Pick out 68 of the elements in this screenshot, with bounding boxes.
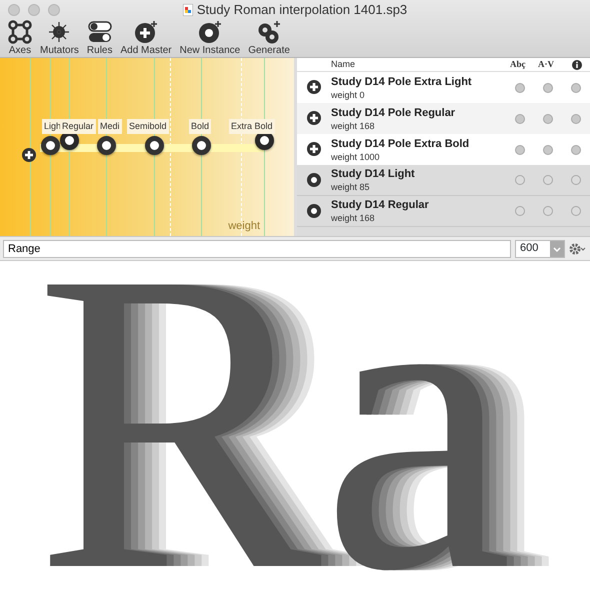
status-dot bbox=[571, 82, 581, 92]
toolbar-button[interactable]: Generate bbox=[244, 20, 294, 57]
add-icon bbox=[307, 111, 321, 126]
column-header[interactable]: A·V bbox=[538, 58, 566, 72]
toolbar-button[interactable]: Add Master bbox=[116, 20, 176, 57]
add-icon bbox=[307, 80, 321, 94]
add-icon[interactable] bbox=[22, 148, 36, 162]
table-row[interactable]: Study D14 Pole Regular weight 168 bbox=[297, 103, 590, 134]
status-dot bbox=[515, 144, 525, 154]
status-dot bbox=[571, 144, 581, 154]
axis-handle[interactable] bbox=[96, 136, 116, 155]
status-dot bbox=[543, 175, 553, 185]
dropdown-icon bbox=[550, 240, 564, 256]
toolbar-button[interactable]: Mutators bbox=[36, 20, 83, 57]
status-dot bbox=[515, 206, 525, 216]
ring-icon bbox=[307, 172, 321, 187]
column-header[interactable]: Abç bbox=[510, 58, 538, 72]
mutators-icon bbox=[47, 20, 72, 44]
table-row[interactable]: Study D14 Pole Extra Light weight 0 bbox=[297, 72, 590, 103]
toolbar-button[interactable]: Rules bbox=[82, 20, 116, 57]
status-dot bbox=[543, 114, 553, 124]
instance-name: Study D14 Regular bbox=[331, 198, 430, 212]
toolbar-button[interactable]: New Instance bbox=[176, 20, 244, 57]
status-dot bbox=[571, 114, 581, 124]
document-icon bbox=[182, 4, 193, 16]
status-dot bbox=[515, 114, 525, 124]
add-master-icon bbox=[134, 20, 158, 44]
instance-name: Study D14 Pole Extra Light bbox=[331, 74, 473, 88]
status-dot bbox=[543, 82, 553, 92]
status-dot bbox=[515, 175, 525, 185]
axis-handle[interactable] bbox=[144, 136, 164, 155]
new-instance-icon bbox=[198, 20, 222, 44]
ring-icon bbox=[307, 204, 321, 218]
handle-label: Medi bbox=[98, 119, 122, 134]
generate-icon bbox=[257, 20, 282, 44]
instance-name: Study D14 Pole Regular bbox=[331, 106, 456, 120]
info-icon[interactable] bbox=[572, 60, 582, 70]
add-icon bbox=[307, 142, 321, 156]
gear-icon[interactable] bbox=[569, 242, 587, 254]
instance-location: weight 85 bbox=[331, 181, 371, 193]
instance-location: weight 1000 bbox=[331, 150, 381, 162]
instance-location: weight 0 bbox=[331, 88, 366, 100]
column-header[interactable]: Name bbox=[331, 58, 510, 72]
status-dot bbox=[571, 175, 581, 185]
axis-label: weight bbox=[228, 218, 260, 234]
size-combo-box[interactable]: 600 bbox=[515, 240, 565, 258]
instance-location: weight 168 bbox=[331, 120, 376, 132]
handle-label: Semibold bbox=[127, 119, 169, 134]
preview-text-field[interactable]: Range bbox=[3, 240, 511, 258]
handle-label: Bold bbox=[189, 119, 212, 134]
instance-name: Study D14 Pole Extra Bold bbox=[331, 136, 470, 150]
status-dot bbox=[515, 82, 525, 92]
status-dot bbox=[571, 206, 581, 216]
table-row[interactable]: Study D14 Light weight 85 bbox=[297, 165, 590, 196]
toggle-switches-icon bbox=[88, 20, 112, 44]
instance-name: Study D14 Light bbox=[331, 167, 416, 181]
table-row[interactable]: Study D14 Regular weight 168 bbox=[297, 196, 590, 227]
status-dot bbox=[543, 144, 553, 154]
handle-label: Regular bbox=[60, 119, 96, 134]
instance-location: weight 168 bbox=[331, 212, 376, 224]
status-dot bbox=[543, 206, 553, 216]
axes-icon bbox=[8, 20, 32, 44]
toolbar-button[interactable]: Axes bbox=[4, 20, 36, 57]
table-row[interactable]: Study D14 Pole Extra Bold weight 1000 bbox=[297, 134, 590, 165]
window-title: Study Roman interpolation 1401.sp3 bbox=[196, 1, 408, 19]
axis-handle[interactable] bbox=[192, 136, 210, 155]
axis-handle[interactable] bbox=[40, 136, 60, 155]
handle-label: Extra Bold bbox=[229, 119, 275, 134]
